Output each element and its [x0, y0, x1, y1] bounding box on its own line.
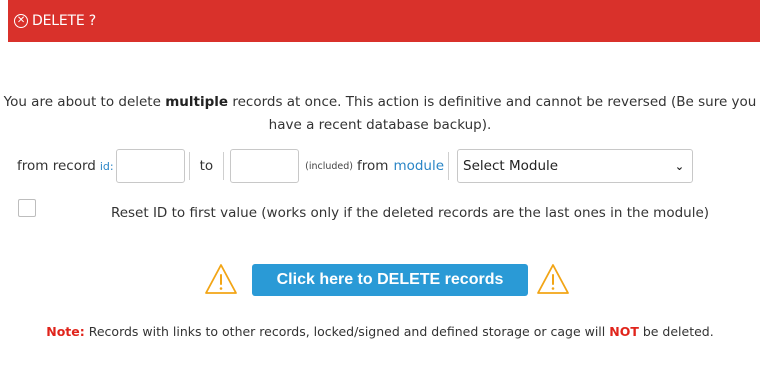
chevron-down-icon: ⌄: [674, 159, 685, 173]
note-post: be deleted.: [638, 324, 714, 339]
dialog-header: ✕ DELETE ?: [8, 0, 760, 42]
id-label: id:: [99, 159, 114, 173]
note-label: Note:: [46, 324, 85, 339]
divider: [448, 152, 450, 180]
circle-x-icon[interactable]: ✕: [14, 14, 28, 28]
divider: [223, 152, 225, 180]
dialog-title: DELETE ?: [32, 13, 96, 29]
reset-id-label: Reset ID to first value (works only if t…: [110, 205, 710, 221]
intro-bold: multiple: [165, 94, 229, 110]
warning-triangle-icon: [537, 264, 569, 294]
intro-text: You are about to delete multiple records…: [0, 91, 760, 137]
module-select[interactable]: Select Module ⌄: [457, 149, 694, 183]
from-id-input[interactable]: [115, 149, 185, 183]
action-row: Click here to DELETE records: [0, 258, 760, 304]
from-record-label: from record: [17, 158, 96, 174]
delete-records-button[interactable]: Click here to DELETE records: [252, 264, 528, 296]
record-range-row: from record id: to (included) from modul…: [17, 148, 760, 184]
divider: [188, 152, 190, 180]
intro-pre: You are about to delete: [3, 94, 166, 110]
module-link[interactable]: module: [393, 158, 444, 174]
to-id-input[interactable]: [230, 149, 300, 183]
included-label: (included): [305, 160, 354, 172]
note-text: Note: Records with links to other record…: [0, 322, 760, 342]
note-pre: Records with links to other records, loc…: [84, 324, 610, 339]
reset-id-checkbox[interactable]: [18, 199, 36, 217]
to-label: to: [199, 158, 214, 174]
warning-triangle-icon: [205, 264, 237, 294]
intro-post: records at once. This action is definiti…: [228, 94, 757, 133]
module-from-label: from: [357, 158, 389, 174]
note-not: NOT: [609, 324, 639, 339]
module-select-value: Select Module: [463, 158, 559, 174]
